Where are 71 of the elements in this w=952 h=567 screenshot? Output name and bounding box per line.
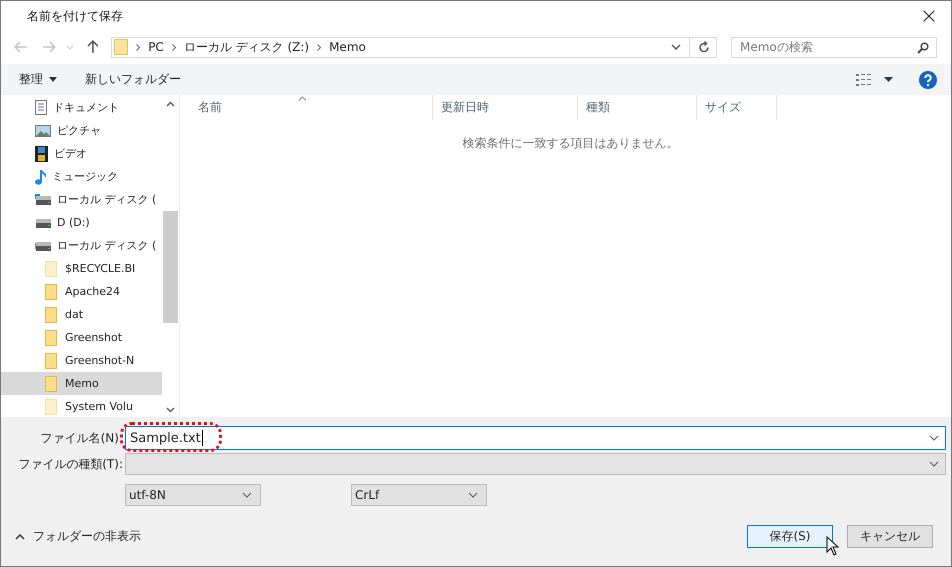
mouse-pointer-icon	[826, 536, 839, 556]
refresh-icon[interactable]	[698, 40, 710, 54]
dropdown-arrow-icon[interactable]	[884, 77, 893, 82]
dropdown-arrow-icon	[49, 77, 57, 82]
close-button[interactable]: ×	[907, 1, 951, 31]
sidebar-item[interactable]: ミュージック	[1, 165, 162, 188]
sidebar-item[interactable]: ビデオ	[1, 142, 162, 165]
document-icon	[35, 100, 47, 115]
sidebar-item[interactable]: D (D:)	[1, 211, 162, 234]
help-icon[interactable]	[919, 70, 937, 88]
folder-icon	[45, 284, 57, 300]
breadcrumb-item[interactable]: Memo	[329, 40, 366, 54]
column-header[interactable]: サイズ	[697, 95, 777, 120]
chevron-up-icon	[15, 534, 25, 540]
sidebar-item[interactable]: ローカル ディスク (	[1, 234, 162, 257]
sidebar-item[interactable]: ドキュメント	[1, 96, 162, 119]
empty-message: 検索条件に一致する項目はありません。	[462, 135, 680, 152]
chevron-right-icon	[172, 44, 176, 50]
cancel-button[interactable]: キャンセル	[847, 525, 933, 548]
search-icon	[917, 42, 929, 54]
landscape-picture-icon	[35, 124, 51, 136]
sidebar-item[interactable]: Greenshot-N	[1, 349, 162, 372]
folder-icon	[45, 398, 57, 414]
chevron-up-icon[interactable]	[166, 101, 175, 107]
folder-icon	[45, 306, 57, 322]
column-header[interactable]: 更新日時	[433, 95, 578, 120]
chevron-down-icon	[468, 492, 478, 498]
encoding-dropdown[interactable]: utf-8N	[125, 484, 261, 506]
line-ending-dropdown[interactable]: CrLf	[351, 484, 487, 506]
sidebar-item[interactable]: Memo	[1, 372, 162, 395]
sidebar-item[interactable]: ピクチャ	[1, 119, 162, 142]
chevron-right-icon	[317, 44, 322, 50]
sidebar-item[interactable]: System Volu	[1, 395, 162, 417]
folder-icon	[45, 376, 57, 392]
chevron-down-icon[interactable]	[929, 461, 939, 467]
sidebar-item[interactable]: Apache24	[1, 280, 162, 303]
breadcrumb-item[interactable]: ローカル ディスク (Z:)	[184, 38, 310, 56]
chevron-down-icon[interactable]	[166, 407, 175, 413]
hard-drive-icon	[35, 240, 51, 252]
chevron-down-icon[interactable]	[671, 44, 681, 50]
folder-icon	[45, 352, 57, 368]
file-name-label: ファイル名(N):	[40, 430, 124, 446]
chevron-down-icon[interactable]	[929, 435, 939, 441]
column-header[interactable]: 名前	[180, 95, 433, 120]
chevron-right-icon	[136, 44, 140, 50]
breadcrumb-item[interactable]: PC	[148, 40, 164, 54]
sort-caret-icon	[298, 96, 307, 101]
sidebar-item[interactable]: dat	[1, 303, 162, 326]
organize-menu-button[interactable]: 整理	[19, 71, 57, 88]
window-title: 名前を付けて保存	[27, 8, 123, 24]
scrollbar-thumb[interactable]	[163, 211, 178, 323]
file-type-label: ファイルの種類(T):	[17, 456, 124, 472]
column-header[interactable]: 種類	[578, 95, 697, 120]
hard-drive-icon	[35, 194, 51, 206]
sidebar-item[interactable]: Greenshot	[1, 326, 162, 349]
sidebar-item[interactable]: $RECYCLE.BI	[1, 257, 162, 280]
film-strip-icon	[35, 146, 48, 162]
hard-drive-icon	[35, 216, 51, 228]
save-button[interactable]: 保存(S)	[747, 525, 833, 548]
music-note-icon	[35, 168, 46, 184]
view-list-icon[interactable]	[856, 74, 872, 86]
folder-icon	[45, 330, 57, 346]
hide-folders-button[interactable]: フォルダーの非表示	[1, 527, 147, 546]
folder-icon	[45, 260, 57, 276]
address-bar[interactable]: PC ローカル ディスク (Z:) Memo	[111, 36, 717, 58]
search-field[interactable]: Memoの検索	[731, 36, 937, 58]
sidebar-item[interactable]: ローカル ディスク (	[1, 188, 162, 211]
new-folder-button[interactable]: 新しいフォルダー	[85, 71, 181, 88]
up-arrow-icon[interactable]	[87, 40, 100, 54]
chevron-down-icon	[242, 492, 252, 498]
folder-icon	[114, 39, 128, 55]
